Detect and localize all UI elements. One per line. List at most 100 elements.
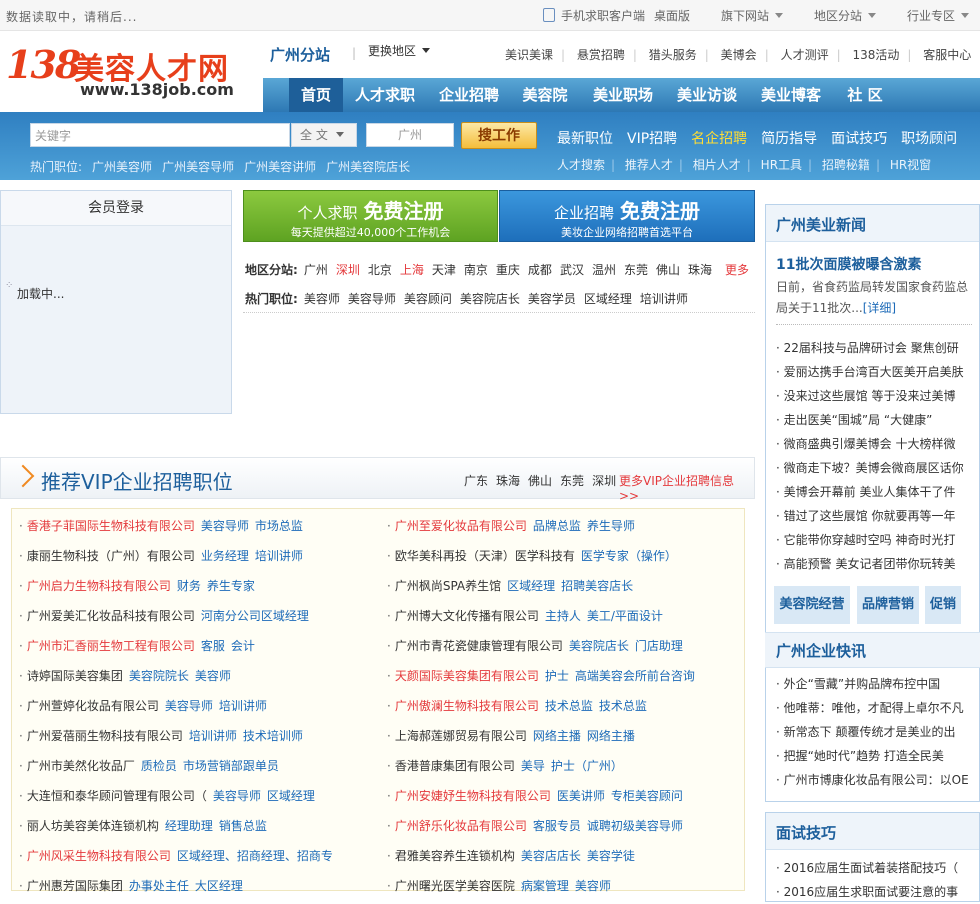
region-link[interactable]: 成都 xyxy=(528,263,552,277)
company-link[interactable]: 广州博大文化传播有限公司 xyxy=(395,609,539,623)
subnav-item[interactable]: 人才测评 xyxy=(781,48,829,62)
region-link[interactable]: 北京 xyxy=(368,263,392,277)
site-logo[interactable]: 138 美容人才网 www.138job.com xyxy=(6,40,246,104)
snav-link-highlight[interactable]: 名企招聘 xyxy=(691,131,747,147)
region-link[interactable]: 广州 xyxy=(304,263,328,277)
list-item[interactable]: · 它能带你穿越时空吗 神奇时光打 xyxy=(776,528,968,552)
job-link[interactable]: 品牌总监 xyxy=(533,519,581,533)
list-item[interactable]: · 美博会开幕前 美业人集体干了件 xyxy=(776,480,968,504)
company-link[interactable]: 康丽生物科技（广州）有限公司 xyxy=(27,549,195,563)
hot-job-link[interactable]: 广州美容讲师 xyxy=(244,160,316,174)
vip-city-link[interactable]: 广东 xyxy=(464,474,488,488)
snav-link[interactable]: 面试技巧 xyxy=(831,131,887,147)
vip-city-link[interactable]: 佛山 xyxy=(528,474,552,488)
snav-link[interactable]: 最新职位 xyxy=(557,131,613,147)
job-link[interactable]: 网络主播 xyxy=(587,729,635,743)
snav-link[interactable]: 职场顾问 xyxy=(901,131,957,147)
hot-position-link[interactable]: 美容院店长 xyxy=(460,292,520,306)
region-link[interactable]: 佛山 xyxy=(656,263,680,277)
list-item[interactable]: · 他唯蒂：唯他，才配得上卓尔不凡 xyxy=(776,696,968,720)
nav-salon[interactable]: 美容院 xyxy=(515,78,575,112)
keyword-input[interactable]: 关键字 xyxy=(30,123,290,147)
job-link[interactable]: 美容院院长 xyxy=(129,669,189,683)
tag-brand-marketing[interactable]: 品牌营销 xyxy=(857,586,919,624)
snav-link[interactable]: VIP招聘 xyxy=(627,131,677,147)
job-link[interactable]: 护士（广州） xyxy=(551,759,623,773)
list-item[interactable]: · 微商盛典引爆美博会 十大榜样微 xyxy=(776,432,968,456)
mobile-client-link[interactable]: 手机求职客户端 xyxy=(543,7,645,24)
job-link[interactable]: 区域经理 xyxy=(267,789,315,803)
company-link[interactable]: 广州萱婷化妆品有限公司 xyxy=(27,699,159,713)
job-link[interactable]: 客服 xyxy=(201,639,225,653)
snav-link[interactable]: 简历指导 xyxy=(761,131,817,147)
nav-community[interactable]: 社 区 xyxy=(837,78,893,112)
company-link[interactable]: 天颜国际美容集团有限公司 xyxy=(395,669,539,683)
job-link[interactable]: 医学专家（操作） xyxy=(581,549,677,563)
subnav-item[interactable]: 138活动 xyxy=(852,48,899,62)
subnav-item[interactable]: 猎头服务 xyxy=(649,48,697,62)
hot-job-link[interactable]: 广州美容院店长 xyxy=(326,160,410,174)
vip-city-link[interactable]: 东莞 xyxy=(560,474,584,488)
list-item[interactable]: · 外企“雪藏”并购品牌布控中国 xyxy=(776,672,968,696)
job-link[interactable]: 销售总监 xyxy=(219,819,267,833)
list-item[interactable]: · 高能预警 美女记者团带你玩转美 xyxy=(776,552,968,576)
company-link[interactable]: 广州市青花瓷健康管理有限公司 xyxy=(395,639,563,653)
subnav-item[interactable]: 美博会 xyxy=(721,48,757,62)
nav-home[interactable]: 首页 xyxy=(289,78,343,112)
region-link[interactable]: 武汉 xyxy=(560,263,584,277)
job-link[interactable]: 美容导师 xyxy=(165,699,213,713)
subnav-item[interactable]: 美识美课 xyxy=(505,48,553,62)
company-link[interactable]: 广州市美然化妆品厂 xyxy=(27,759,135,773)
job-link[interactable]: 市场营销部跟单员 xyxy=(183,759,279,773)
job-link[interactable]: 质检员 xyxy=(141,759,177,773)
snav2-link[interactable]: 相片人才 xyxy=(693,158,741,172)
job-link[interactable]: 养生导师 xyxy=(587,519,635,533)
list-item[interactable]: · 微商走下坡？美博会微商展区话你 xyxy=(776,456,968,480)
industry-zone-dropdown[interactable]: 行业专区 xyxy=(907,7,970,24)
job-link[interactable]: 培训讲师 xyxy=(189,729,237,743)
job-link[interactable]: 主持人 xyxy=(545,609,581,623)
hot-position-link[interactable]: 美容学员 xyxy=(528,292,576,306)
company-link[interactable]: 上海郝莲娜贸易有限公司 xyxy=(395,729,527,743)
job-link[interactable]: 技术培训师 xyxy=(243,729,303,743)
nav-interview[interactable]: 美业访谈 xyxy=(671,78,743,112)
desktop-link[interactable]: 桌面版 xyxy=(654,7,690,24)
company-register-banner[interactable]: 企业招聘 免费注册 美妆企业网络招聘首选平台 xyxy=(499,190,755,242)
hot-job-link[interactable]: 广州美容师 xyxy=(92,160,152,174)
list-item[interactable]: · 没来过这些展馆 等于没来过美博 xyxy=(776,384,968,408)
job-link[interactable]: 技术总监 xyxy=(599,699,647,713)
hot-position-link[interactable]: 区域经理 xyxy=(584,292,632,306)
snav2-link[interactable]: 招聘秘籍 xyxy=(822,158,870,172)
company-link[interactable]: 诗婷国际美容集团 xyxy=(27,669,123,683)
nav-company-recruit[interactable]: 企业招聘 xyxy=(433,78,505,112)
vip-city-link[interactable]: 深圳 xyxy=(592,474,616,488)
company-link[interactable]: 广州启力生物科技有限公司 xyxy=(27,579,171,593)
job-link[interactable]: 美容院店长 xyxy=(569,639,629,653)
region-link[interactable]: 上海 xyxy=(400,263,424,277)
sister-sites-dropdown[interactable]: 旗下网站 xyxy=(721,7,784,24)
list-item[interactable]: · 爱丽达携手台湾百大医美开启美肤 xyxy=(776,360,968,384)
job-link[interactable]: 专柜美容顾问 xyxy=(611,789,683,803)
subnav-item[interactable]: 客服中心 xyxy=(923,48,971,62)
job-link[interactable]: 客服专员 xyxy=(533,819,581,833)
job-link[interactable]: 经理助理 xyxy=(165,819,213,833)
job-link[interactable]: 招聘美容店长 xyxy=(561,579,633,593)
region-link[interactable]: 东莞 xyxy=(624,263,648,277)
list-item[interactable]: · 把握“她时代”趋势 打造全民美 xyxy=(776,744,968,768)
more-regions-link[interactable]: 更多 xyxy=(725,261,749,278)
job-link[interactable]: 美工/平面设计 xyxy=(587,609,663,623)
list-item[interactable]: · 广州市博康化妆品有限公司：以OE xyxy=(776,768,968,792)
company-link[interactable]: 香港子菲国际生物科技有限公司 xyxy=(27,519,195,533)
news-detail-link[interactable]: [详细] xyxy=(863,301,896,315)
nav-career[interactable]: 美业职场 xyxy=(587,78,659,112)
vip-city-link[interactable]: 珠海 xyxy=(496,474,520,488)
list-item[interactable]: · 走出医美“围城”局 “大健康” xyxy=(776,408,968,432)
nav-blog[interactable]: 美业博客 xyxy=(755,78,827,112)
company-link[interactable]: 丽人坊美容美体连锁机构 xyxy=(27,819,159,833)
job-link[interactable]: 财务 xyxy=(177,579,201,593)
company-link[interactable]: 广州爱蓓丽生物科技有限公司 xyxy=(27,729,183,743)
job-link[interactable]: 高端美容会所前台咨询 xyxy=(575,669,695,683)
more-vip-link[interactable]: 更多VIP企业招聘信息>> xyxy=(619,472,754,503)
company-link[interactable]: 欧华美科再投（天津）医学科技有 xyxy=(395,549,575,563)
job-link[interactable]: 养生专家 xyxy=(207,579,255,593)
